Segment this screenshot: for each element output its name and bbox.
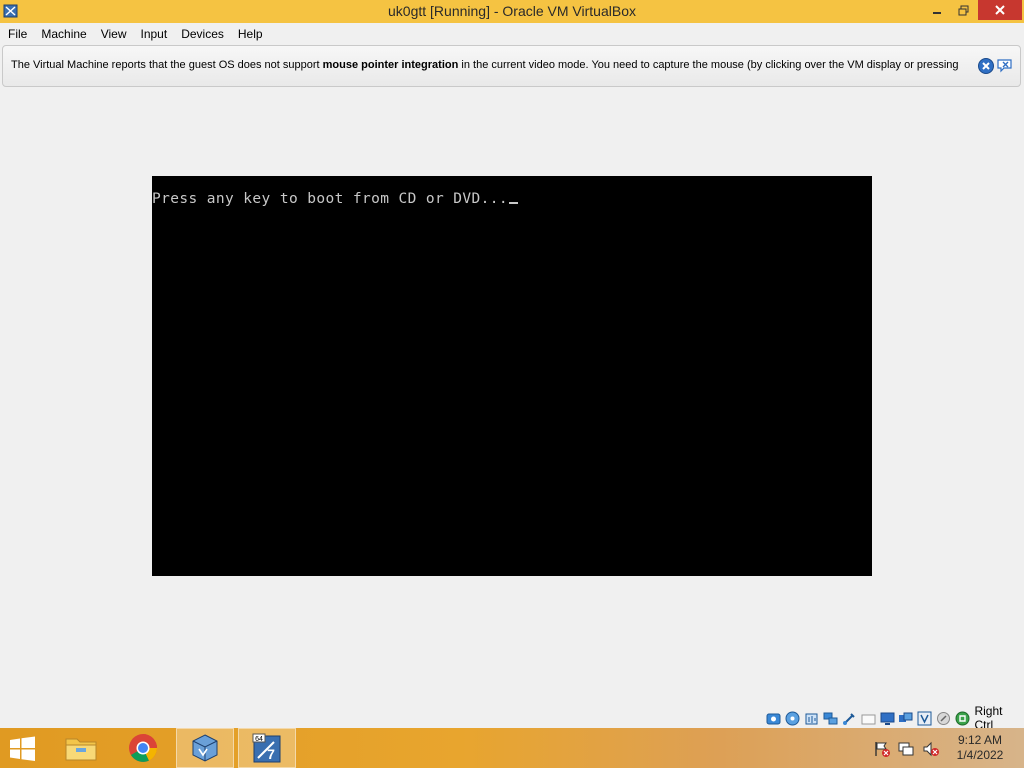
close-button[interactable]	[978, 0, 1022, 20]
vm-console-line: Press any key to boot from CD or DVD...	[152, 191, 519, 207]
vm-console-text: Press any key to boot from CD or DVD...	[152, 191, 509, 207]
optical-disk-icon[interactable]	[785, 710, 801, 726]
file-explorer-icon[interactable]	[52, 728, 110, 768]
windows-start-icon[interactable]	[8, 736, 38, 762]
title-bar[interactable]: uk0gtt [Running] - Oracle VM VirtualBox	[0, 0, 1024, 23]
volume-muted-icon[interactable]	[922, 740, 940, 758]
menu-view[interactable]: View	[95, 25, 133, 43]
chrome-icon[interactable]	[114, 728, 172, 768]
svg-text:64: 64	[255, 736, 263, 743]
menu-bar: File Machine View Input Devices Help	[0, 23, 1024, 44]
vm-status-bar: Right Ctrl	[766, 704, 1024, 732]
notice-text-bold: mouse pointer integration	[322, 59, 459, 71]
notice-text-part: in the current video mode. You need to c…	[458, 59, 959, 71]
restore-button[interactable]	[950, 0, 976, 20]
clock-time: 9:12 AM	[957, 733, 1003, 747]
taskbar: 64 7 9:12 AM 1/4/2022	[0, 728, 1024, 768]
svg-text:7: 7	[267, 746, 275, 762]
menu-devices[interactable]: Devices	[175, 25, 230, 43]
vm-windows7-icon[interactable]: 64 7	[238, 728, 296, 768]
do-not-show-again-icon[interactable]	[996, 57, 1014, 75]
clock-date: 1/4/2022	[956, 748, 1004, 762]
usb-icon[interactable]	[841, 710, 857, 726]
menu-help[interactable]: Help	[232, 25, 269, 43]
menu-input[interactable]: Input	[135, 25, 174, 43]
network-icon[interactable]	[898, 740, 916, 758]
vm-display[interactable]: Press any key to boot from CD or DVD...	[152, 176, 872, 576]
notice-message: The Virtual Machine reports that the gue…	[11, 59, 966, 71]
system-clock[interactable]: 9:12 AM 1/4/2022	[950, 733, 1010, 763]
audio-icon[interactable]	[804, 710, 820, 726]
minimize-button[interactable]	[924, 0, 950, 20]
virtualbox-icon[interactable]	[176, 728, 234, 768]
display-icon[interactable]	[879, 710, 895, 726]
video-capture-icon[interactable]	[898, 710, 914, 726]
network-icon[interactable]	[823, 710, 839, 726]
hard-disk-icon[interactable]	[766, 710, 782, 726]
notice-text-part: The Virtual Machine reports that the gue…	[11, 59, 323, 71]
console-cursor	[509, 202, 519, 204]
menu-machine[interactable]: Machine	[35, 25, 92, 43]
mouse-integration-notice: The Virtual Machine reports that the gue…	[2, 45, 1021, 87]
host-key-icon[interactable]	[955, 710, 971, 726]
mouse-integration-icon[interactable]	[936, 710, 952, 726]
shared-folders-icon[interactable]	[860, 710, 876, 726]
cpu-virtualization-icon[interactable]	[917, 710, 933, 726]
close-notice-icon[interactable]	[977, 57, 995, 75]
window-title: uk0gtt [Running] - Oracle VM VirtualBox	[388, 3, 636, 19]
action-center-icon[interactable]	[873, 740, 891, 758]
menu-file[interactable]: File	[2, 25, 33, 43]
